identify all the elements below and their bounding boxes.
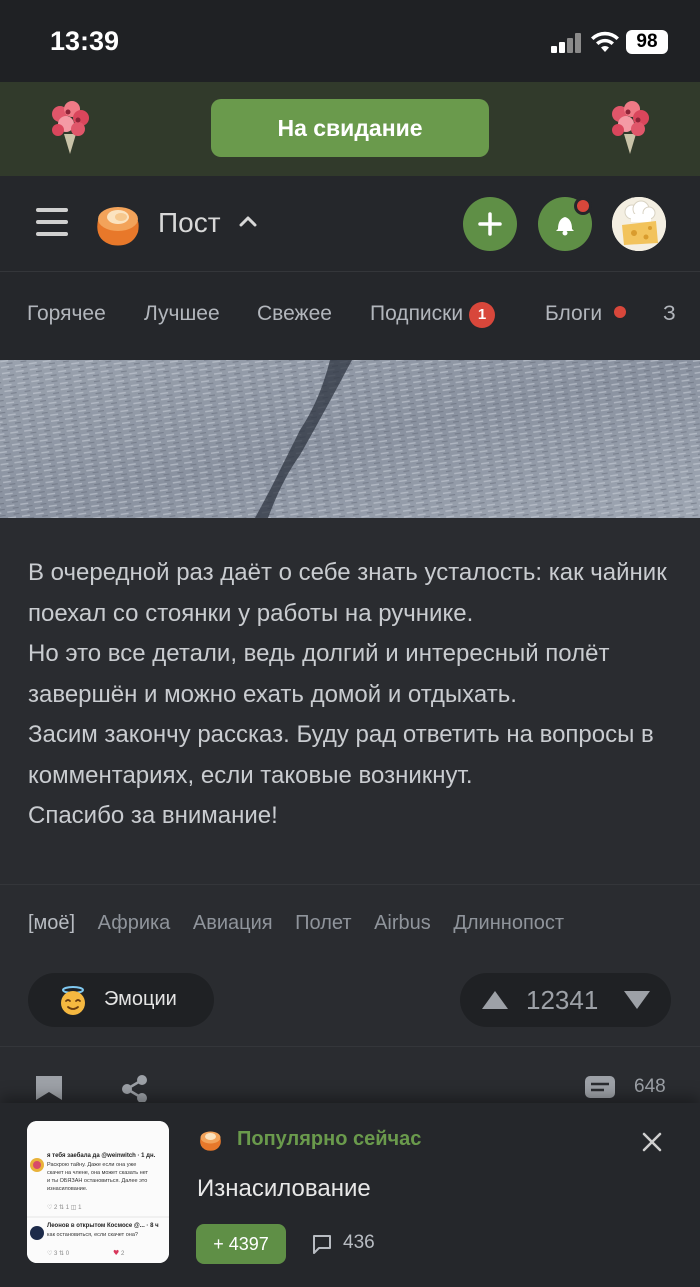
post-image[interactable]	[0, 360, 700, 518]
page-title[interactable]: Пост	[158, 207, 221, 239]
post-paragraph: Спасибо за внимание!	[28, 802, 278, 829]
battery-indicator: 98	[626, 30, 668, 54]
cellular-signal-icon	[551, 33, 583, 53]
share-icon[interactable]	[120, 1074, 150, 1102]
app-header: Пост	[0, 176, 700, 272]
status-bar: 13:39 98	[0, 0, 700, 82]
post-actions	[0, 1048, 700, 1108]
tab-blogs[interactable]: Блоги	[545, 302, 627, 326]
wifi-icon	[591, 31, 619, 52]
arrow-down-icon[interactable]	[622, 989, 652, 1011]
tweet-screenshot: я тебя заебала да @weinwitch · 1 дн. Рас…	[27, 1121, 169, 1263]
emotions-label: Эмоции	[104, 988, 177, 1010]
notification-dot	[574, 197, 592, 215]
status-time: 13:39	[50, 26, 120, 56]
blogs-dot	[614, 306, 627, 318]
tab-best[interactable]: Лучшее	[144, 302, 220, 326]
chevron-up-icon[interactable]	[238, 214, 258, 228]
svg-text:скачет на члене, она может ска: скачет на члене, она может сказать нет	[47, 1170, 149, 1176]
svg-text:♡ 2 ⇅ 1 ◫ 1: ♡ 2 ⇅ 1 ◫ 1	[47, 1204, 82, 1211]
bouquet-icon	[612, 101, 649, 154]
tweet-reply-text: как остановиться, если скачет она?	[47, 1232, 138, 1238]
svg-text:♥: ♥	[113, 1249, 119, 1257]
popular-comments-count: 436	[343, 1232, 375, 1253]
tab-fresh[interactable]: Свежее	[257, 302, 332, 326]
emotions-button[interactable]: Эмоции	[28, 973, 214, 1027]
tag[interactable]: Полет	[295, 912, 351, 934]
post-paragraph: Но это все детали, ведь долгий и интерес…	[28, 640, 610, 708]
comment-icon	[313, 1235, 331, 1254]
arrow-up-icon[interactable]	[480, 989, 510, 1011]
post-body: В очередной раз даёт о себе знать устало…	[28, 553, 678, 837]
divider	[0, 1046, 700, 1047]
rating-value: 12341	[526, 985, 599, 1015]
tag[interactable]: Airbus	[374, 912, 431, 934]
tab-subscriptions[interactable]: Подписки 1	[370, 302, 496, 328]
divider	[0, 884, 700, 885]
svg-text:изнасилование.: изнасилование.	[47, 1186, 88, 1192]
popular-now-card[interactable]: я тебя заебала да @weinwitch · 1 дн. Рас…	[0, 1103, 700, 1287]
svg-text:♡ 3 ⇅ 0: ♡ 3 ⇅ 0	[47, 1250, 70, 1257]
notifications-button[interactable]	[538, 197, 592, 251]
promo-banner: На свидание	[0, 82, 700, 176]
rating-widget: 12341	[460, 973, 671, 1027]
close-icon[interactable]	[640, 1130, 664, 1154]
post-tags: [моё] Африка Авиация Полет Airbus Длинно…	[28, 912, 581, 935]
add-post-button[interactable]	[463, 197, 517, 251]
svg-text:и ты ОБЯЗАН остановиться. Дале: и ты ОБЯЗАН остановиться. Далее это	[47, 1178, 147, 1184]
pikabu-logo	[200, 1131, 221, 1151]
tag[interactable]: Африка	[98, 912, 171, 934]
bouquet-icon	[52, 101, 89, 154]
menu-icon[interactable]	[36, 208, 68, 236]
tweet-reply-header: Леонов в открытом Космосе @... · 8 ч	[47, 1223, 159, 1229]
plus-icon	[478, 212, 502, 236]
tab-more[interactable]: З	[663, 302, 676, 326]
avatar-chef-icon	[612, 197, 666, 251]
popular-rating-badge: + 4397	[196, 1224, 286, 1264]
post-paragraph: В очередной раз даёт о себе знать устало…	[28, 559, 667, 627]
runway-photo	[0, 360, 700, 518]
tag[interactable]: Длиннопост	[453, 912, 564, 934]
avatar[interactable]	[612, 197, 666, 251]
comment-icon[interactable]	[584, 1074, 616, 1102]
feed-tabs: Горячее Лучшее Свежее Подписки 1 Блоги З	[0, 272, 700, 360]
subscriptions-badge: 1	[469, 302, 496, 328]
tweet-header: я тебя заебала да @weinwitch · 1 дн.	[47, 1152, 156, 1159]
tag[interactable]: Авиация	[193, 912, 273, 934]
bookmark-icon[interactable]	[34, 1074, 64, 1102]
tab-hot[interactable]: Горячее	[27, 302, 106, 326]
tag-mine[interactable]: [моё]	[28, 912, 75, 934]
date-promo-button[interactable]: На свидание	[211, 99, 489, 157]
comments-count[interactable]: 648	[634, 1076, 666, 1098]
popular-label: Популярно сейчас	[237, 1128, 422, 1150]
popular-post-title[interactable]: Изнасилование	[197, 1175, 371, 1203]
angel-emoji-icon	[61, 986, 85, 1015]
popular-thumbnail[interactable]: я тебя заебала да @weinwitch · 1 дн. Рас…	[27, 1121, 169, 1263]
post-paragraph: Засим закончу рассказ. Буду рад ответить…	[28, 721, 654, 789]
pikabu-logo[interactable]	[92, 200, 142, 248]
svg-text:Раскрою тайну. Даже если она у: Раскрою тайну. Даже если она уже	[47, 1161, 136, 1168]
